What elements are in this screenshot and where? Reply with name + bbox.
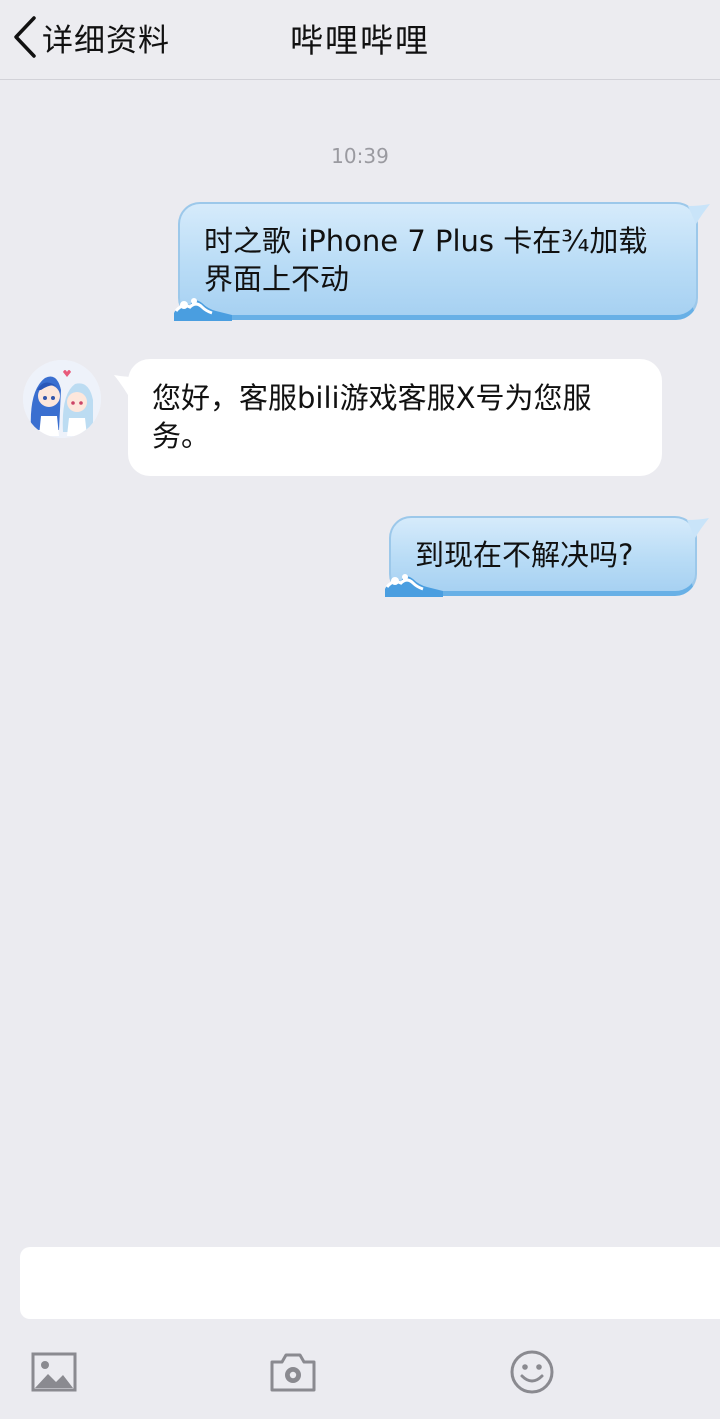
chat-area[interactable]: 10:39 时之歌 iPhone 7 Plus 卡在¾加载 界面上不动 您好，客… bbox=[0, 80, 720, 1240]
bubble-tail-icon bbox=[114, 375, 136, 395]
image-icon bbox=[31, 1352, 77, 1392]
navigation-bar: 详细资料 哔哩哔哩 bbox=[0, 0, 720, 80]
message-input[interactable] bbox=[20, 1247, 720, 1319]
outgoing-message-bubble[interactable]: 到现在不解决吗? bbox=[385, 516, 709, 597]
wave-decoration-icon bbox=[385, 574, 443, 597]
bubble-tail-icon bbox=[687, 518, 709, 538]
camera-icon bbox=[270, 1353, 316, 1392]
incoming-message-bubble[interactable]: 您好，客服bili游戏客服X号为您服 务。 bbox=[114, 359, 662, 476]
message-text: 您好，客服bili游戏客服X号为您服 务。 bbox=[152, 381, 592, 453]
message-text: 时之歌 iPhone 7 Plus 卡在¾加载 界面上不动 bbox=[204, 224, 648, 296]
bubble-tail-icon bbox=[688, 204, 710, 224]
emoji-button[interactable] bbox=[505, 1345, 559, 1399]
anime-avatar-icon bbox=[23, 360, 101, 438]
image-picker-button[interactable] bbox=[27, 1345, 81, 1399]
camera-button[interactable] bbox=[266, 1345, 320, 1399]
message-timestamp: 10:39 bbox=[331, 144, 389, 168]
emoji-icon bbox=[510, 1350, 554, 1394]
avatar[interactable] bbox=[23, 360, 101, 438]
message-text: 到现在不解决吗? bbox=[415, 538, 634, 572]
outgoing-message-bubble[interactable]: 时之歌 iPhone 7 Plus 卡在¾加载 界面上不动 bbox=[174, 202, 710, 321]
wave-decoration-icon bbox=[174, 298, 232, 321]
page-title: 哔哩哔哩 bbox=[290, 21, 430, 60]
